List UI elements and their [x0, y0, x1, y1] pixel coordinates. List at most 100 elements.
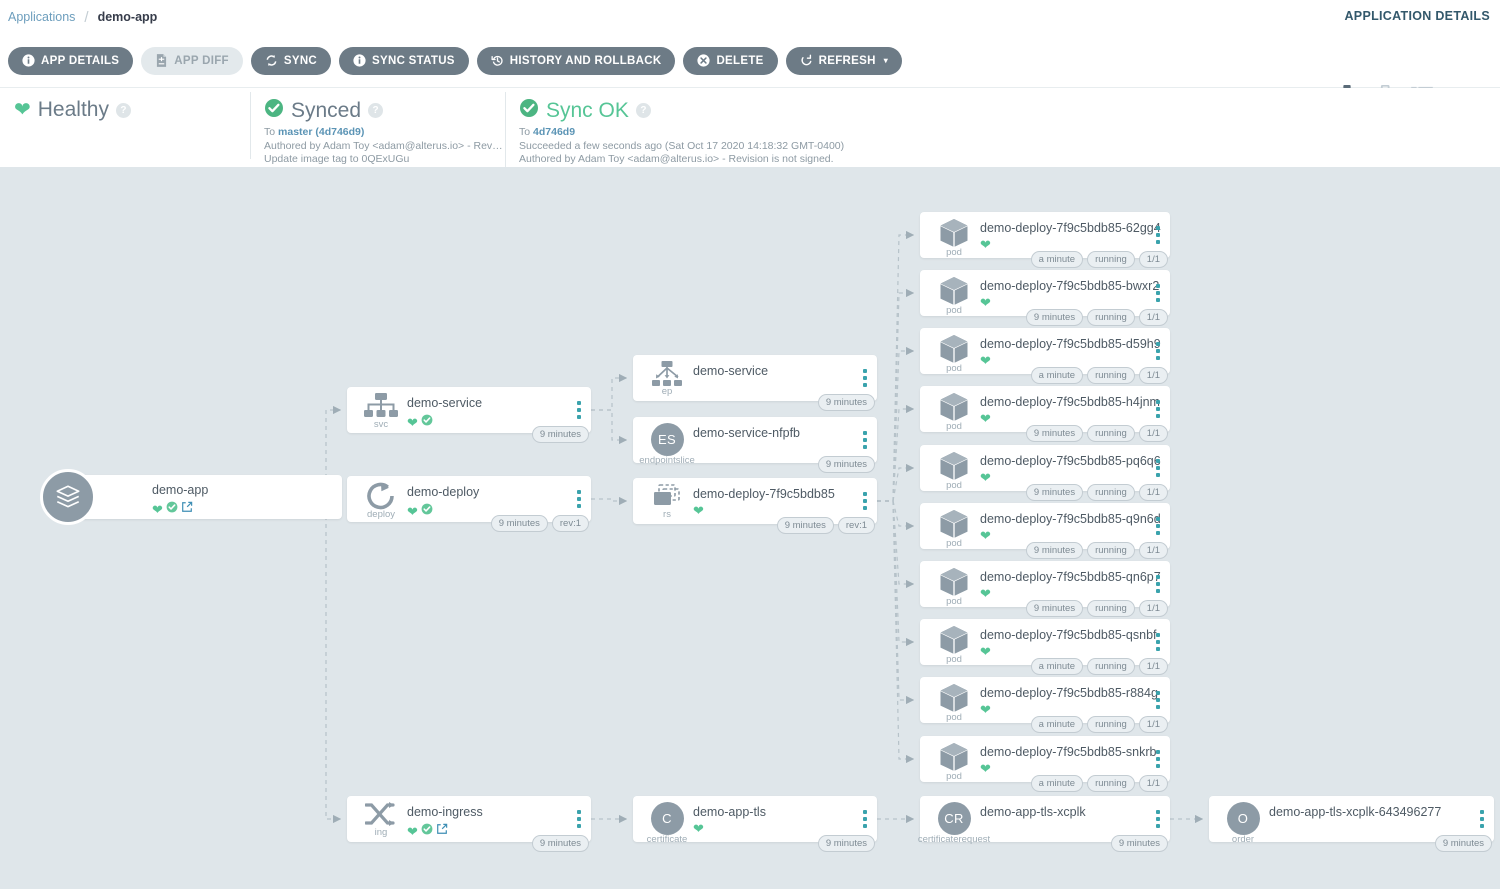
resource-tags: 9 minutes: [1110, 835, 1168, 852]
resource-actions-menu-button[interactable]: [1480, 810, 1484, 828]
heart-icon: ❤: [980, 761, 991, 776]
application-avatar: [40, 469, 96, 525]
resource-node-order[interactable]: Oorder demo-app-tls-xcplk-643496277 9 minu…: [1209, 796, 1494, 852]
resource-node-certificaterequest[interactable]: CR certificaterequest demo-app-tls-xcplk 9 …: [918, 796, 1170, 852]
info-icon: [353, 54, 366, 67]
resource-node-pod[interactable]: pod demo-deploy-7f9c5bdb85-h4jnm ❤ 9 minute…: [920, 386, 1170, 442]
sync-status-panel[interactable]: Synced ? To master (4d746d9) Authored by…: [250, 88, 505, 167]
resource-tag: running: [1087, 309, 1135, 326]
resource-kind-label: pod: [946, 596, 962, 607]
heart-icon: ❤: [407, 823, 418, 839]
endpointslice-badge-icon: ES: [650, 423, 684, 456]
resource-actions-menu-button[interactable]: [1156, 691, 1160, 709]
health-status-panel[interactable]: ❤ Healthy ?: [0, 88, 250, 122]
operation-help-icon[interactable]: ?: [635, 103, 651, 118]
operation-succeeded-line: Succeeded a few seconds ago (Sat Oct 17 …: [519, 139, 845, 152]
resource-node-endpointslice[interactable]: ES endpointslice demo-service-nfpfb 9 minut…: [633, 417, 877, 473]
delete-icon: [697, 54, 711, 67]
sync-revision-link[interactable]: master (4d746d9): [278, 126, 364, 138]
resource-actions-menu-button[interactable]: [1156, 633, 1160, 651]
resource-node-pod[interactable]: pod demo-deploy-7f9c5bdb85-r884g ❤ a minute…: [920, 677, 1170, 733]
external-link-icon[interactable]: [436, 822, 448, 840]
health-help-icon[interactable]: ?: [115, 102, 131, 118]
resource-tags: 9 minutes: [817, 456, 875, 473]
resource-actions-menu-button[interactable]: [1156, 400, 1160, 418]
resource-actions-menu-button[interactable]: [863, 810, 867, 828]
resource-node-pod[interactable]: pod demo-deploy-7f9c5bdb85-qn6p7 ❤ 9 minute…: [920, 561, 1170, 617]
check-circle-icon: [421, 822, 433, 840]
resource-tag: 9 minutes: [776, 517, 834, 534]
operation-revision-prefix: To: [519, 126, 534, 138]
resource-tags: a minute running 1/1: [1030, 251, 1168, 268]
resource-tag: 9 minutes: [817, 394, 875, 411]
resource-actions-menu-button[interactable]: [1156, 342, 1160, 360]
resource-node-pod[interactable]: pod demo-deploy-7f9c5bdb85-pq6q6 ❤ 9 minute…: [920, 445, 1170, 501]
refresh-label: REFRESH: [818, 54, 876, 67]
resource-node-deploy[interactable]: deploy demo-deploy ❤ 9 minutes rev:1: [347, 476, 591, 532]
external-link-icon[interactable]: [181, 500, 193, 518]
resource-kind-label: pod: [946, 654, 962, 665]
resource-tag: 9 minutes: [1025, 484, 1084, 501]
resource-tag: 1/1: [1138, 658, 1168, 675]
resource-node-pod[interactable]: pod demo-deploy-7f9c5bdb85-qsnbf ❤ a minute…: [920, 619, 1170, 675]
resource-node-ep[interactable]: ep demo-service 9 minutes: [633, 355, 877, 411]
sync-help-icon[interactable]: ?: [368, 103, 384, 118]
resource-actions-menu-button[interactable]: [1156, 750, 1160, 768]
resource-kind-label: pod: [946, 712, 962, 723]
resource-icon-wrap: rs: [645, 484, 689, 520]
resource-tag: 1/1: [1138, 309, 1168, 326]
resource-node-title: demo-deploy-7f9c5bdb85: [693, 487, 835, 501]
app-diff-button[interactable]: APP DIFF: [141, 46, 243, 75]
resource-actions-menu-button[interactable]: [1156, 810, 1160, 828]
resource-node-certificate[interactable]: Ccertificate demo-app-tls ❤ 9 minutes: [633, 796, 877, 852]
history-and-rollback-button[interactable]: HISTORY AND ROLLBACK: [476, 46, 676, 75]
resource-icon-wrap: pod: [932, 742, 976, 782]
resource-node-pod[interactable]: pod demo-deploy-7f9c5bdb85-snkrb ❤ a minute…: [920, 736, 1170, 792]
resource-node-pod[interactable]: pod demo-deploy-7f9c5bdb85-d59h9 ❤ a minute…: [920, 328, 1170, 384]
app-details-button[interactable]: APP DETAILS: [8, 46, 134, 75]
resource-actions-menu-button[interactable]: [577, 810, 581, 828]
heart-icon: ❤: [980, 586, 991, 601]
operation-revision-link[interactable]: 4d746d9: [533, 126, 575, 138]
resource-node-svc[interactable]: svc demo-service ❤ 9 minutes: [347, 387, 591, 443]
resource-actions-menu-button[interactable]: [1156, 284, 1160, 302]
resource-node-pod[interactable]: pod demo-deploy-7f9c5bdb85-q9n6d ❤ 9 minute…: [920, 503, 1170, 559]
pod-icon: [938, 683, 970, 713]
resource-actions-menu-button[interactable]: [1156, 517, 1160, 535]
resource-node-ing[interactable]: ing demo-ingress ❤ 9 minutes: [347, 796, 591, 852]
resource-node-status: ❤: [980, 238, 991, 251]
resource-icon-wrap: pod: [932, 218, 976, 258]
app-diff-label: APP DIFF: [174, 54, 229, 67]
resource-node-status: ❤: [980, 762, 991, 775]
resource-actions-menu-button[interactable]: [863, 431, 867, 449]
resource-actions-menu-button[interactable]: [1156, 226, 1160, 244]
delete-label: DELETE: [716, 54, 764, 67]
resource-actions-menu-button[interactable]: [577, 401, 581, 419]
breadcrumb-applications-link[interactable]: Applications: [0, 10, 75, 24]
resource-icon-wrap: Ccertificate: [645, 802, 689, 845]
resource-node-rs[interactable]: rs demo-deploy-7f9c5bdb85 ❤ 9 minutes rev:1: [633, 478, 877, 534]
resource-node-pod[interactable]: pod demo-deploy-7f9c5bdb85-62gg4 ❤ a minute…: [920, 212, 1170, 268]
certificaterequest-badge-icon: CR: [937, 802, 971, 835]
resource-actions-menu-button[interactable]: [1156, 459, 1160, 477]
sync-button[interactable]: SYNC: [250, 46, 332, 75]
application-node-card[interactable]: demo-app ❤: [68, 475, 342, 519]
resource-actions-menu-button[interactable]: [577, 490, 581, 508]
resource-tree-canvas[interactable]: demo-app ❤ svc demo-service ❤ 9 minutes depl…: [0, 167, 1500, 889]
resource-actions-menu-button[interactable]: [1156, 575, 1160, 593]
resource-tag: a minute: [1030, 716, 1084, 733]
resource-kind-label: pod: [946, 480, 962, 491]
sync-status-button[interactable]: SYNC STATUS: [339, 46, 469, 75]
delete-button[interactable]: DELETE: [683, 46, 778, 75]
resource-actions-menu-button[interactable]: [863, 492, 867, 510]
resource-tags: 9 minutes running 1/1: [1025, 542, 1168, 559]
resource-icon-wrap: ep: [645, 361, 689, 397]
refresh-button[interactable]: REFRESH ▾: [785, 46, 903, 75]
resource-node-pod[interactable]: pod demo-deploy-7f9c5bdb85-bwxr2 ❤ 9 minute…: [920, 270, 1170, 326]
sync-status-label: SYNC STATUS: [372, 54, 455, 67]
resource-tag: running: [1087, 367, 1135, 384]
pod-icon: [938, 509, 970, 539]
sync-revision-prefix: To: [264, 126, 279, 138]
resource-tags: 9 minutes running 1/1: [1025, 425, 1168, 442]
resource-actions-menu-button[interactable]: [863, 369, 867, 387]
